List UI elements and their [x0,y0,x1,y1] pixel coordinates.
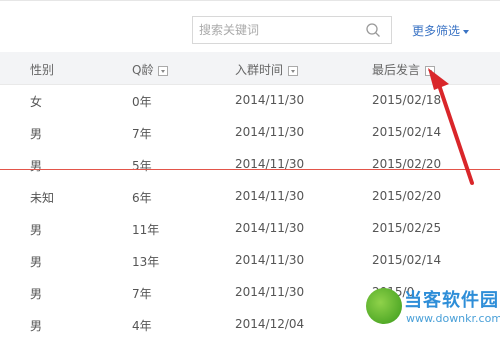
cell-join-date: 2014/11/30 [235,189,305,203]
column-header-last-speak: 最后发言 [372,61,436,78]
cell-qq-age: 7年 [132,127,152,141]
search-input[interactable] [199,21,359,39]
cell-gender: 男 [30,287,43,301]
watermark-logo-icon [366,288,402,324]
cell-last-speak: 2015/02/14 [372,125,442,139]
cell-qq-age: 6年 [132,191,152,205]
table-row[interactable]: 男 13年 2014/11/30 2015/02/14 [0,245,500,277]
caret-down-icon [463,29,470,34]
table-row[interactable]: 男 7年 2014/11/30 2015/02/14 [0,117,500,149]
search-icon[interactable] [365,22,381,38]
cell-qq-age: 13年 [132,255,160,269]
sort-dropdown-icon[interactable] [158,65,169,76]
cell-last-speak: 2015/02/20 [372,189,442,203]
cell-qq-age: 11年 [132,223,160,237]
red-underline-annotation [0,169,500,170]
cell-gender: 男 [30,255,43,269]
cell-last-speak: 2015/02/25 [372,221,442,235]
table-row[interactable]: 男 5年 2014/11/30 2015/02/20 [0,149,500,181]
column-header-join-date: 入群时间 [235,61,299,78]
cell-last-speak: 2015/02/14 [372,253,442,267]
cell-join-date: 2014/11/30 [235,285,305,299]
cell-gender: 男 [30,223,43,237]
watermark-url: www.downkr.com [406,312,500,325]
search-box[interactable] [192,16,392,44]
cell-qq-age: 5年 [132,159,152,173]
cell-gender: 未知 [30,191,55,205]
sort-dropdown-icon[interactable] [288,65,299,76]
cell-qq-age: 4年 [132,319,152,333]
cell-join-date: 2014/11/30 [235,93,305,107]
sort-dropdown-icon[interactable] [425,65,436,76]
table-row[interactable]: 女 0年 2014/11/30 2015/02/18 [0,85,500,117]
table-row[interactable]: 未知 6年 2014/11/30 2015/02/20 [0,181,500,213]
watermark: 当客软件园 www.downkr.com [366,284,500,337]
cell-gender: 女 [30,95,43,109]
cell-join-date: 2014/12/04 [235,317,305,331]
more-filters-button[interactable]: 更多筛选 [412,22,470,39]
cell-join-date: 2014/11/30 [235,221,305,235]
top-divider [0,0,500,1]
column-header-qq-age: Q龄 [132,61,169,78]
cell-qq-age: 7年 [132,287,152,301]
cell-last-speak: 2015/02/18 [372,93,442,107]
table-row[interactable]: 男 11年 2014/11/30 2015/02/25 [0,213,500,245]
cell-gender: 男 [30,159,43,173]
cell-gender: 男 [30,319,43,333]
cell-join-date: 2014/11/30 [235,125,305,139]
cell-join-date: 2014/11/30 [235,253,305,267]
more-filters-label: 更多筛选 [412,24,461,38]
cell-qq-age: 0年 [132,95,152,109]
cell-gender: 男 [30,127,43,141]
watermark-title: 当客软件园 [404,290,499,311]
table-header: 性别 Q龄 入群时间 最后发言 [0,52,500,85]
column-header-gender: 性别 [30,63,55,77]
